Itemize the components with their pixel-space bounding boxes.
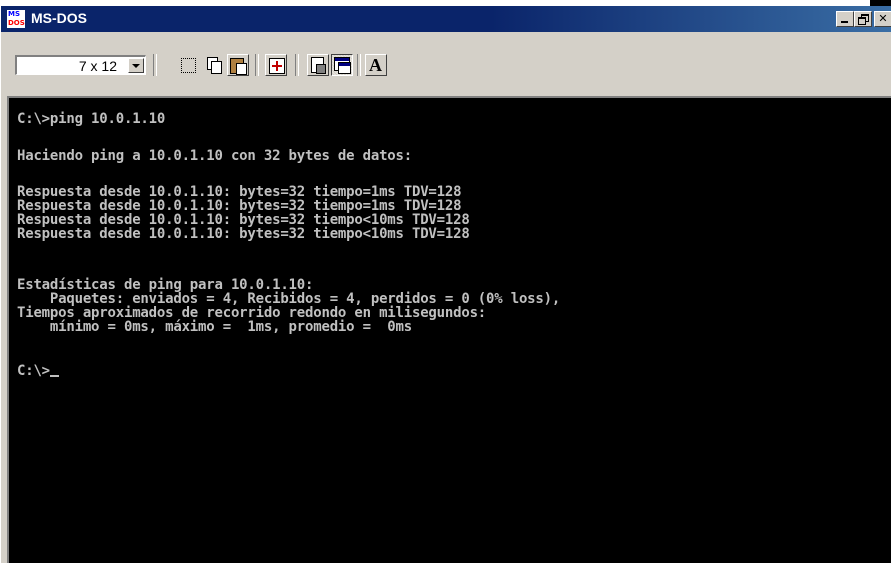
- console-line: Respuesta desde 10.0.1.10: bytes=32 tiem…: [17, 198, 462, 214]
- maximize-button[interactable]: [854, 11, 872, 27]
- prompt-line: C:\>: [17, 364, 59, 378]
- console-line: C:\>ping 10.0.1.10: [17, 111, 166, 127]
- console-output[interactable]: C:\>ping 10.0.1.10 Haciendo ping a 10.0.…: [7, 96, 891, 563]
- prompt-text: C:\>: [17, 363, 50, 379]
- console-line: Estadísticas de ping para 10.0.1.10:: [17, 277, 314, 293]
- title-bar[interactable]: MS DOS MS-DOS ✕: [1, 6, 891, 32]
- properties-button[interactable]: [307, 54, 329, 76]
- full-screen-icon: [269, 58, 285, 74]
- font-size-value: 7 x 12: [78, 58, 117, 74]
- copy-button[interactable]: [203, 54, 225, 76]
- icon-dos-text: DOS: [8, 19, 25, 27]
- mark-icon: [181, 58, 196, 73]
- text-cursor: [49, 375, 59, 377]
- minimize-button[interactable]: [836, 11, 854, 27]
- close-icon: ✕: [878, 12, 888, 25]
- toolbar-separator: [255, 54, 259, 76]
- toolbar-separator: [153, 54, 157, 76]
- icon-ms-text: MS: [8, 10, 21, 18]
- console-line: Tiempos aproximados de recorrido redondo…: [17, 305, 487, 321]
- toolbar-separator: [295, 54, 299, 76]
- toolbar: 7 x 12 A: [1, 34, 891, 92]
- console-line: Haciendo ping a 10.0.1.10 con 32 bytes d…: [17, 148, 412, 164]
- close-button[interactable]: ✕: [874, 11, 891, 27]
- full-screen-button[interactable]: [265, 54, 287, 76]
- console-line: Respuesta desde 10.0.1.10: bytes=32 tiem…: [17, 184, 462, 200]
- minimize-icon: [841, 21, 848, 23]
- font-size-select[interactable]: 7 x 12: [15, 55, 146, 75]
- restore-icon: [858, 14, 869, 25]
- window-title: MS-DOS: [31, 10, 87, 26]
- ms-dos-icon[interactable]: MS DOS: [7, 10, 25, 28]
- console-line: Paquetes: enviados = 4, Recibidos = 4, p…: [17, 291, 561, 307]
- msdos-window: MS DOS MS-DOS ✕ 7 x 12 A C:\>ping 10.0.1…: [0, 0, 891, 563]
- mark-button[interactable]: [177, 54, 199, 76]
- console-line: mínimo = 0ms, máximo = 1ms, promedio = 0…: [17, 319, 412, 335]
- font-button[interactable]: A: [365, 54, 387, 76]
- toolbar-separator: [357, 54, 361, 76]
- chevron-down-icon[interactable]: [128, 58, 144, 73]
- font-icon: A: [369, 55, 382, 75]
- console-line: Respuesta desde 10.0.1.10: bytes=32 tiem…: [17, 212, 470, 228]
- background-button[interactable]: [331, 54, 353, 76]
- paste-button[interactable]: [227, 54, 249, 76]
- console-line: Respuesta desde 10.0.1.10: bytes=32 tiem…: [17, 226, 470, 242]
